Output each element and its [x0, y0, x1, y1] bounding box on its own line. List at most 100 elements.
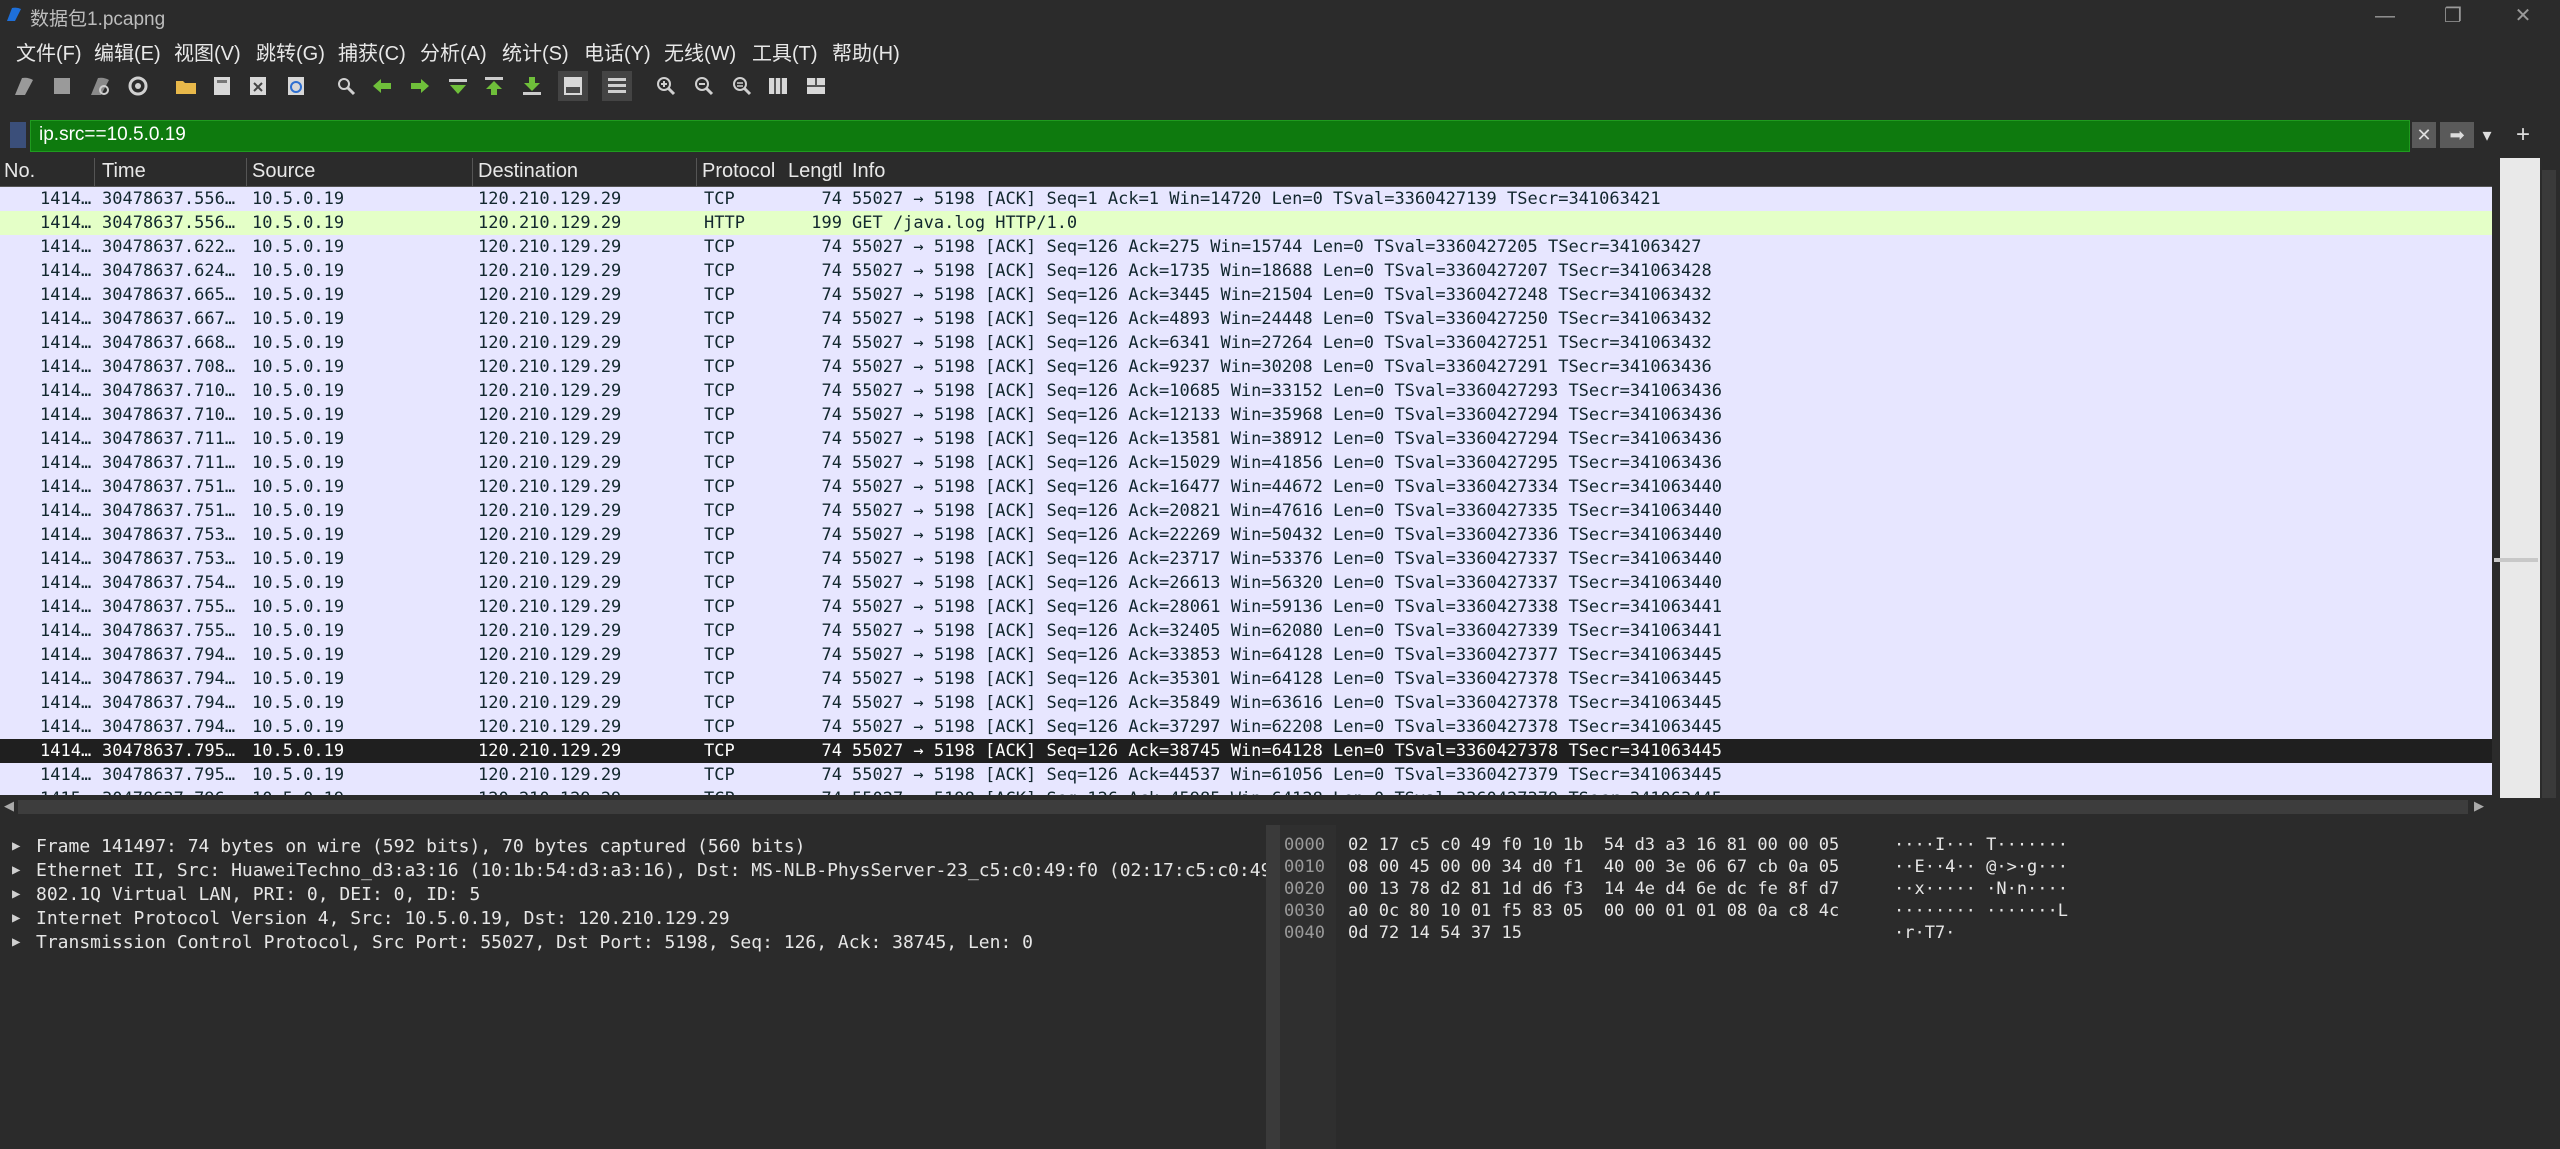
search-icon[interactable] — [334, 74, 358, 98]
menu-edit[interactable]: 编辑(E) — [94, 37, 161, 66]
packet-minimap[interactable] — [2500, 158, 2540, 798]
byte-ascii[interactable]: ····I··· T······· — [1894, 835, 2068, 857]
packet-row[interactable]: 1414… 30478637.794… 10.5.0.19 120.210.129.2… — [0, 715, 2492, 739]
column-source[interactable]: Source — [252, 160, 468, 183]
menu-statistics[interactable]: 统计(S) — [502, 37, 569, 66]
close-window-button[interactable]: ✕ — [2488, 0, 2558, 34]
column-separator[interactable] — [246, 158, 247, 186]
menu-tools[interactable]: 工具(T) — [752, 37, 818, 66]
packet-row[interactable]: 1414… 30478637.667… 10.5.0.19 120.210.129.2… — [0, 307, 2492, 331]
packet-row[interactable]: 1414… 30478637.668… 10.5.0.19 120.210.129.2… — [0, 331, 2492, 355]
packet-row[interactable]: 1414… 30478637.556… 10.5.0.19 120.210.129.2… — [0, 187, 2492, 211]
packet-list-vertical-scrollbar[interactable] — [2542, 170, 2556, 798]
normal-size-icon[interactable] — [730, 74, 754, 98]
maximize-button[interactable]: ❐ — [2418, 0, 2488, 34]
scroll-left-icon[interactable]: ◀ — [4, 798, 14, 814]
minimize-button[interactable]: — — [2350, 0, 2420, 34]
byte-hex[interactable]: 00 13 78 d2 81 1d d6 f3 14 4e d4 6e dc f… — [1348, 879, 1839, 901]
packet-row[interactable]: 1414… 30478637.755… 10.5.0.19 120.210.129.2… — [0, 595, 2492, 619]
expand-arrow-icon[interactable]: ▶ — [12, 886, 20, 902]
packet-row[interactable]: 1414… 30478637.795… 10.5.0.19 120.210.129.2… — [0, 763, 2492, 787]
apply-filter-button[interactable]: ➡ — [2440, 122, 2474, 148]
details-scrollbar[interactable] — [1266, 825, 1280, 1149]
packet-list[interactable]: 1414… 30478637.556… 10.5.0.19 120.210.129.2… — [0, 187, 2492, 795]
packet-row[interactable]: 1414… 30478637.556… 10.5.0.19 120.210.129.2… — [0, 211, 2492, 235]
zoom-out-icon[interactable] — [692, 74, 716, 98]
restart-icon[interactable] — [88, 74, 112, 98]
add-filter-button[interactable]: + — [2508, 122, 2538, 148]
byte-ascii[interactable]: ··E··4·· @·>·g··· — [1894, 857, 2068, 879]
zoom-in-icon[interactable] — [654, 74, 678, 98]
menu-analyze[interactable]: 分析(A) — [420, 37, 487, 66]
horizontal-scroll-thumb[interactable] — [18, 800, 2468, 814]
capture-options-icon[interactable] — [126, 74, 150, 98]
packet-row[interactable]: 1414… 30478637.754… 10.5.0.19 120.210.129.2… — [0, 571, 2492, 595]
go-back-icon[interactable] — [370, 74, 394, 98]
expand-arrow-icon[interactable]: ▶ — [12, 910, 20, 926]
reload-icon[interactable] — [284, 74, 308, 98]
menu-view[interactable]: 视图(V) — [174, 37, 241, 66]
menu-telephony[interactable]: 电话(Y) — [584, 37, 651, 66]
display-filter-text[interactable]: ip.src==10.5.0.19 — [39, 124, 186, 146]
packet-row[interactable]: 1415… 30478637.796…10.5.0.19 120.210.129.2… — [0, 787, 2492, 795]
column-destination[interactable]: Destination — [478, 160, 694, 183]
byte-ascii[interactable]: ·r·T7· — [1894, 923, 1955, 945]
menu-capture[interactable]: 捕获(C) — [338, 37, 406, 66]
packet-row[interactable]: 1414… 30478637.794… 10.5.0.19 120.210.129.2… — [0, 667, 2492, 691]
first-packet-icon[interactable] — [482, 74, 506, 98]
menu-help[interactable]: 帮助(H) — [832, 37, 900, 66]
column-protocol[interactable]: Protocol — [702, 160, 786, 183]
column-info[interactable]: Info — [852, 160, 1152, 183]
byte-ascii[interactable]: ··x····· ·N·n···· — [1894, 879, 2068, 901]
packet-row[interactable]: 1414… 30478637.753… 10.5.0.19 120.210.129.2… — [0, 547, 2492, 571]
column-length[interactable]: Lengtl — [788, 160, 848, 183]
resize-columns-icon[interactable] — [766, 74, 790, 98]
packet-row[interactable]: 1414… 30478637.665… 10.5.0.19 120.210.129.2… — [0, 283, 2492, 307]
packet-row[interactable]: 1414… 30478637.755… 10.5.0.19 120.210.129.2… — [0, 619, 2492, 643]
expand-arrow-icon[interactable]: ▶ — [12, 838, 20, 854]
byte-ascii[interactable]: ········ ·······L — [1894, 901, 2068, 923]
scroll-right-icon[interactable]: ▶ — [2474, 798, 2484, 814]
close-file-icon[interactable] — [246, 74, 270, 98]
packet-row[interactable]: 1414… 30478637.794… 10.5.0.19 120.210.129.2… — [0, 643, 2492, 667]
stop-icon[interactable] — [50, 74, 74, 98]
byte-hex[interactable]: 0d 72 14 54 37 15 — [1348, 923, 1522, 945]
column-separator[interactable] — [696, 158, 697, 186]
packet-row[interactable]: 1414… 30478637.622… 10.5.0.19 120.210.129.2… — [0, 235, 2492, 259]
packet-list-horizontal-scrollbar[interactable]: ◀ ▶ — [0, 797, 2492, 817]
menu-wireless[interactable]: 无线(W) — [664, 37, 736, 66]
detail-tree-item[interactable]: ▶ Transmission Control Protocol, Src Port… — [0, 931, 1266, 955]
packet-row[interactable]: 1414… 30478637.710… 10.5.0.19 120.210.129.2… — [0, 403, 2492, 427]
colorize-icon[interactable] — [602, 71, 632, 101]
packet-row[interactable]: 1414… 30478637.624… 10.5.0.19 120.210.129.2… — [0, 259, 2492, 283]
menu-file[interactable]: 文件(F) — [16, 37, 82, 66]
pane-splitter[interactable] — [0, 817, 2560, 825]
open-folder-icon[interactable] — [174, 74, 198, 98]
menu-go[interactable]: 跳转(G) — [256, 37, 325, 66]
packet-row[interactable]: 1414… 30478637.753… 10.5.0.19 120.210.129.2… — [0, 523, 2492, 547]
last-packet-icon[interactable] — [520, 74, 544, 98]
packet-row[interactable]: 1414… 30478637.708… 10.5.0.19 120.210.129.2… — [0, 355, 2492, 379]
byte-hex[interactable]: a0 0c 80 10 01 f5 83 05 00 00 01 01 08 0… — [1348, 901, 1839, 923]
column-separator[interactable] — [472, 158, 473, 186]
autoscroll-icon[interactable] — [558, 71, 588, 101]
packet-row[interactable]: 1414… 30478637.710… 10.5.0.19 120.210.129.2… — [0, 379, 2492, 403]
go-to-packet-icon[interactable] — [446, 74, 470, 98]
shark-fin-start-icon[interactable] — [12, 74, 36, 98]
packet-details-pane[interactable]: ▶ Frame 141497: 74 bytes on wire (592 bit… — [0, 825, 1266, 1149]
byte-hex[interactable]: 08 00 45 00 00 34 d0 f1 40 00 3e 06 67 c… — [1348, 857, 1839, 879]
selected-packet-row[interactable]: 1414… 30478637.795… 10.5.0.19 120.210.129.2… — [0, 739, 2492, 763]
detail-tree-item[interactable]: ▶ Frame 141497: 74 bytes on wire (592 bit… — [0, 835, 1266, 859]
packet-row[interactable]: 1414… 30478637.794… 10.5.0.19 120.210.129.2… — [0, 691, 2492, 715]
filter-history-dropdown[interactable]: ▾ — [2478, 122, 2496, 148]
packet-row[interactable]: 1414… 30478637.751… 10.5.0.19 120.210.129.2… — [0, 499, 2492, 523]
packet-bytes-pane[interactable]: 0000 02 17 c5 c0 49 f0 10 1b 54 d3 a3 16 … — [1280, 825, 2560, 1149]
detail-tree-item[interactable]: ▶ Internet Protocol Version 4, Src: 10.5.… — [0, 907, 1266, 931]
packet-row[interactable]: 1414… 30478637.711… 10.5.0.19 120.210.129.2… — [0, 427, 2492, 451]
display-filter-input[interactable]: ip.src==10.5.0.19 — [30, 120, 2410, 152]
column-time[interactable]: Time — [102, 160, 242, 183]
packet-row[interactable]: 1414… 30478637.751… 10.5.0.19 120.210.129.2… — [0, 475, 2492, 499]
detail-tree-item[interactable]: ▶ 802.1Q Virtual LAN, PRI: 0, DEI: 0, ID:… — [0, 883, 1266, 907]
byte-hex[interactable]: 02 17 c5 c0 49 f0 10 1b 54 d3 a3 16 81 0… — [1348, 835, 1839, 857]
detail-tree-item[interactable]: ▶ Ethernet II, Src: HuaweiTechno_d3:a3:16… — [0, 859, 1266, 883]
